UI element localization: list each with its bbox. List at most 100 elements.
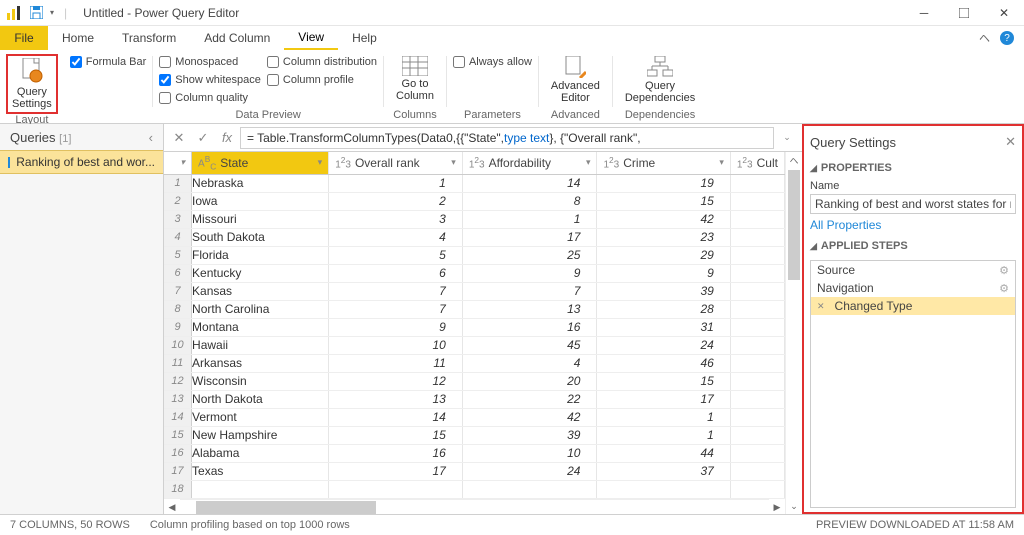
table-row[interactable]: 7Kansas7739 bbox=[164, 282, 785, 300]
group-dependencies: Dependencies bbox=[619, 109, 701, 123]
formula-bar-checkbox[interactable]: Formula Bar bbox=[70, 54, 147, 70]
document-gear-icon bbox=[21, 58, 43, 84]
scroll-left-icon[interactable]: ◀ bbox=[164, 499, 180, 515]
app-icon bbox=[6, 5, 22, 21]
table-row[interactable]: 11Arkansas11446 bbox=[164, 354, 785, 372]
save-dropdown-icon[interactable]: ▾ bbox=[50, 8, 54, 17]
query-item-label: Ranking of best and wor... bbox=[16, 155, 155, 169]
step-source[interactable]: Source⚙ bbox=[811, 261, 1015, 279]
column-quality-checkbox[interactable]: Column quality bbox=[159, 90, 261, 106]
table-row[interactable]: 16Alabama161044 bbox=[164, 444, 785, 462]
advanced-editor-button[interactable]: Advanced Editor bbox=[545, 54, 606, 109]
group-columns: Columns bbox=[390, 109, 440, 123]
gear-icon[interactable]: ⚙ bbox=[999, 282, 1009, 295]
minimize-button[interactable]: ─ bbox=[904, 0, 944, 26]
settings-title: Query Settings bbox=[810, 135, 896, 150]
col-header-rank[interactable]: 123Overall rank▾ bbox=[329, 152, 463, 174]
always-allow-checkbox[interactable]: Always allow bbox=[453, 54, 532, 70]
table-row[interactable]: 13North Dakota132217 bbox=[164, 390, 785, 408]
vertical-scrollbar[interactable]: ヘ ⌄ bbox=[785, 152, 802, 514]
group-advanced: Advanced bbox=[545, 109, 606, 123]
query-settings-button[interactable]: Query Settings bbox=[6, 54, 58, 114]
queries-title: Queries bbox=[10, 130, 56, 145]
collapse-queries-icon[interactable]: ‹ bbox=[149, 130, 153, 145]
tab-transform[interactable]: Transform bbox=[108, 26, 190, 50]
name-input[interactable] bbox=[810, 194, 1016, 214]
close-button[interactable]: ✕ bbox=[984, 0, 1024, 26]
formula-input[interactable]: = Table.TransformColumnTypes(Data0,{{"St… bbox=[240, 127, 774, 149]
ribbon-panel: Query Settings Layout Formula Bar Monosp… bbox=[0, 50, 1024, 124]
dependencies-icon bbox=[647, 56, 673, 78]
group-data-preview: Data Preview bbox=[159, 109, 377, 123]
tab-home[interactable]: Home bbox=[48, 26, 108, 50]
group-parameters: Parameters bbox=[453, 109, 532, 123]
table-row[interactable]: 15New Hampshire15391 bbox=[164, 426, 785, 444]
formula-bar: ✕ ✓ fx = Table.TransformColumnTypes(Data… bbox=[164, 124, 802, 152]
doc-title: Untitled bbox=[83, 6, 124, 20]
tab-file[interactable]: File bbox=[0, 26, 48, 50]
maximize-button[interactable] bbox=[944, 0, 984, 26]
table-row[interactable]: 6Kentucky699 bbox=[164, 264, 785, 282]
tab-addcolumn[interactable]: Add Column bbox=[190, 26, 284, 50]
collapse-ribbon-icon[interactable]: ヘ bbox=[979, 30, 990, 46]
table-row[interactable]: 9Montana91631 bbox=[164, 318, 785, 336]
col-header-crime[interactable]: 123Crime▾ bbox=[597, 152, 730, 174]
query-settings-panel: Query Settings ✕ ◢PROPERTIES Name All Pr… bbox=[802, 124, 1024, 514]
table-row[interactable]: 12Wisconsin122015 bbox=[164, 372, 785, 390]
status-preview: PREVIEW DOWNLOADED AT 11:58 AM bbox=[816, 519, 1014, 531]
table-row[interactable]: 5Florida52529 bbox=[164, 246, 785, 264]
table-icon bbox=[402, 56, 428, 76]
formula-dropdown-icon[interactable]: ⌄ bbox=[776, 127, 798, 149]
step-changed-type[interactable]: Changed Type bbox=[811, 297, 1015, 315]
document-pencil-icon bbox=[564, 56, 586, 78]
table-row[interactable]: 8North Carolina71328 bbox=[164, 300, 785, 318]
save-icon[interactable] bbox=[28, 5, 44, 21]
status-profiling: Column profiling based on top 1000 rows bbox=[150, 519, 350, 531]
table-row[interactable]: 10Hawaii104524 bbox=[164, 336, 785, 354]
query-dependencies-button[interactable]: Query Dependencies bbox=[619, 54, 701, 109]
table-icon bbox=[8, 157, 10, 168]
row-header-corner[interactable]: ▾ bbox=[164, 152, 192, 174]
table-row[interactable]: 18 bbox=[164, 480, 785, 498]
scroll-right-icon[interactable]: ▶ bbox=[769, 499, 785, 515]
ribbon-tabs: File Home Transform Add Column View Help… bbox=[0, 26, 1024, 50]
table-row[interactable]: 14Vermont14421 bbox=[164, 408, 785, 426]
status-bar: 7 COLUMNS, 50 ROWS Column profiling base… bbox=[0, 514, 1024, 535]
queries-count: [1] bbox=[59, 133, 71, 145]
data-grid[interactable]: ▾ ABCState▾ 123Overall rank▾ 123Affordab… bbox=[164, 152, 785, 514]
commit-formula-icon[interactable]: ✓ bbox=[192, 127, 214, 149]
app-name: Power Query Editor bbox=[135, 6, 240, 20]
titlebar: ▾ | Untitled - Power Query Editor ─ ✕ bbox=[0, 0, 1024, 26]
properties-section[interactable]: PROPERTIES bbox=[821, 162, 892, 174]
table-row[interactable]: 17Texas172437 bbox=[164, 462, 785, 480]
name-label: Name bbox=[810, 180, 1016, 192]
table-row[interactable]: 2Iowa2815 bbox=[164, 192, 785, 210]
col-header-state[interactable]: ABCState▾ bbox=[192, 152, 329, 174]
queries-panel: Queries [1] ‹ Ranking of best and wor... bbox=[0, 124, 164, 514]
monospaced-checkbox[interactable]: Monospaced bbox=[159, 54, 261, 70]
status-cols: 7 COLUMNS, 50 ROWS bbox=[10, 519, 130, 531]
col-header-culture[interactable]: 123Cult bbox=[730, 152, 784, 174]
scroll-up-icon[interactable]: ヘ bbox=[786, 152, 802, 168]
gear-icon[interactable]: ⚙ bbox=[999, 264, 1009, 277]
all-properties-link[interactable]: All Properties bbox=[810, 218, 1016, 232]
scroll-down-icon[interactable]: ⌄ bbox=[786, 498, 802, 514]
table-row[interactable]: 3Missouri3142 bbox=[164, 210, 785, 228]
applied-steps-section[interactable]: APPLIED STEPS bbox=[821, 240, 908, 252]
col-header-affordability[interactable]: 123Affordability▾ bbox=[462, 152, 597, 174]
tab-help[interactable]: Help bbox=[338, 26, 391, 50]
table-row[interactable]: 4South Dakota41723 bbox=[164, 228, 785, 246]
help-icon[interactable]: ? bbox=[1000, 31, 1014, 45]
column-distribution-checkbox[interactable]: Column distribution bbox=[267, 54, 377, 70]
fx-icon[interactable]: fx bbox=[216, 127, 238, 149]
step-navigation[interactable]: Navigation⚙ bbox=[811, 279, 1015, 297]
goto-column-button[interactable]: Go to Column bbox=[390, 54, 440, 109]
close-settings-icon[interactable]: ✕ bbox=[1005, 134, 1016, 150]
cancel-formula-icon[interactable]: ✕ bbox=[168, 127, 190, 149]
table-row[interactable]: 1Nebraska11419 bbox=[164, 174, 785, 192]
horizontal-scrollbar[interactable]: ◀ ▶ bbox=[164, 499, 785, 515]
column-profile-checkbox[interactable]: Column profile bbox=[267, 72, 377, 88]
query-item[interactable]: Ranking of best and wor... bbox=[0, 150, 163, 174]
show-whitespace-checkbox[interactable]: Show whitespace bbox=[159, 72, 261, 88]
tab-view[interactable]: View bbox=[284, 26, 338, 50]
